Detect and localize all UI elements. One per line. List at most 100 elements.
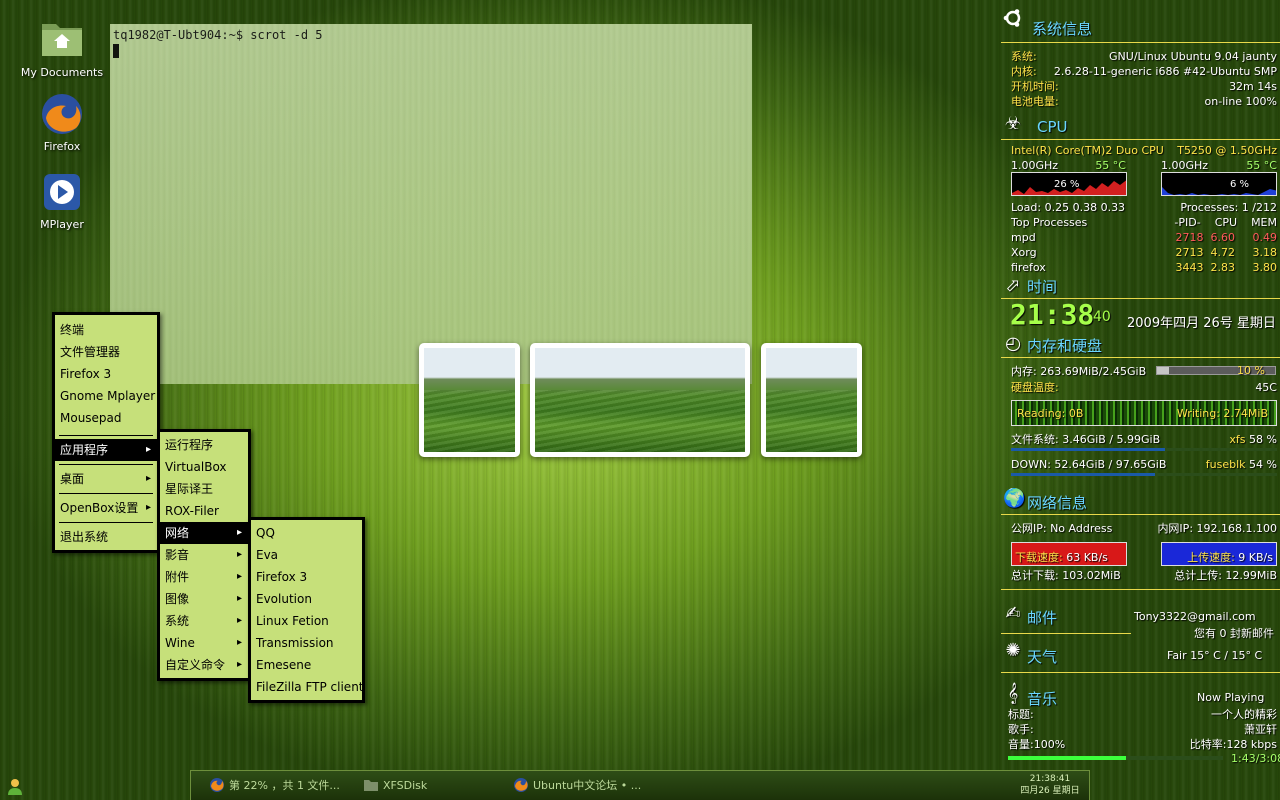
cpu-core1-graph: 26 % <box>1011 172 1127 196</box>
desktop-icon-my-documents[interactable]: My Documents <box>12 18 112 79</box>
weather-value: Fair 15° C / 15° C <box>1167 649 1263 662</box>
menu-item-desktop[interactable]: 桌面 <box>55 468 157 490</box>
desktop-icon-firefox[interactable]: Firefox <box>12 92 112 153</box>
menu-item-multimedia[interactable]: 影音 <box>160 544 248 566</box>
filesystem-root-bar <box>1011 448 1277 451</box>
network-submenu: QQ Eva Firefox 3 Evolution Linux Fetion … <box>248 517 365 703</box>
menu-item-virtualbox[interactable]: VirtualBox <box>160 456 248 478</box>
menu-item-run-program[interactable]: 运行程序 <box>160 434 248 456</box>
cpu-title: CPU <box>1037 118 1068 136</box>
ubuntu-logo-icon <box>1003 8 1023 28</box>
conky-panel: 系统信息 系统: GNU/Linux Ubuntu 9.04 jaunty 内核:… <box>1001 0 1280 770</box>
music-progress-bar[interactable] <box>1008 756 1223 760</box>
divider <box>1001 672 1280 673</box>
menu-item-system[interactable]: 系统 <box>160 610 248 632</box>
taskbar-clock[interactable]: 21:38:41 四月26 星期日 <box>1015 773 1085 797</box>
menu-item-filezilla[interactable]: FileZilla FTP client <box>251 676 364 698</box>
upload-graph: 上传速度: 9 KB/s <box>1161 542 1277 566</box>
menu-item-emesene[interactable]: Emesene <box>251 654 362 676</box>
network-totals: 总计下载: 103.02MiB 总计上传: 12.99MiB <box>1011 569 1277 582</box>
menu-item-terminal[interactable]: 终端 <box>55 319 157 341</box>
biohazard-icon: ☣ <box>1004 113 1022 134</box>
task-label: Ubuntu中文论坛 • ... <box>533 779 642 792</box>
memory-bar-fill <box>1157 367 1169 374</box>
task-label: XFSDisk <box>383 779 428 792</box>
menu-item-evolution[interactable]: Evolution <box>251 588 362 610</box>
time-seconds: 40 <box>1093 309 1111 325</box>
clock-date: 四月26 星期日 <box>1020 786 1080 796</box>
menu-item-firefox-3[interactable]: Firefox 3 <box>251 566 362 588</box>
cpu-core2-info: 1.00GHz 55 °C <box>1161 159 1277 172</box>
divider <box>1001 357 1280 358</box>
clock-time: 21:38:41 <box>1029 774 1071 784</box>
desktop-photo <box>761 343 862 457</box>
menu-item-wine[interactable]: Wine <box>160 632 248 654</box>
music-volume: 音量:100% 比特率:128 kbps <box>1008 738 1277 751</box>
task-download[interactable]: 第 22% ，共 1 文件... <box>209 777 354 795</box>
disk-writing: Writing: 2.74MiB <box>1176 407 1268 420</box>
desktop-icon-label: MPlayer <box>40 218 84 231</box>
menu-item-gnome-mplayer[interactable]: Gnome Mplayer <box>55 385 157 407</box>
top-process-row: Xorg 2713 4.72 3.18 <box>1011 246 1277 259</box>
sysinfo-battery: 电池电量: on-line 100% <box>1011 95 1277 108</box>
filesystem-root: 文件系统: 3.46GiB / 5.99GiB xfs 58 % <box>1011 433 1277 446</box>
task-label: 第 22% ，共 1 文件... <box>229 779 340 792</box>
desktop-icon-label: My Documents <box>20 66 104 79</box>
cpu-core2-graph: 6 % <box>1161 172 1277 196</box>
taskbar: 第 22% ，共 1 文件... XFSDisk Ubuntu中文论坛 • ..… <box>190 770 1090 800</box>
sysinfo-system: 系统: GNU/Linux Ubuntu 9.04 jaunty <box>1011 50 1277 63</box>
desktop-photo <box>530 343 750 457</box>
menu-item-network[interactable]: 网络 <box>160 522 248 544</box>
disk-temperature: 硬盘温度: 45C <box>1011 381 1277 394</box>
desktop-icon-mplayer[interactable]: MPlayer <box>12 170 112 231</box>
sun-icon: ✺ <box>1005 640 1021 661</box>
sysinfo-uptime: 开机时间: 32m 14s <box>1011 80 1277 93</box>
menu-item-file-manager[interactable]: 文件管理器 <box>55 341 157 363</box>
time-title: 时间 <box>1027 278 1058 296</box>
music-title: 音乐 <box>1027 690 1058 708</box>
terminal-window[interactable]: tq1982@T-Ubt904:~$ scrot -d 5 <box>110 24 752 384</box>
cpu-load: Load: 0.25 0.38 0.33 Processes: 1 /212 <box>1011 201 1277 214</box>
globe-icon: 🌍 <box>1003 488 1026 509</box>
menu-item-graphics[interactable]: 图像 <box>160 588 248 610</box>
firefox-icon <box>513 777 529 793</box>
download-graph: 下载速度: 63 KB/s <box>1011 542 1127 566</box>
user-icon[interactable] <box>6 778 24 796</box>
terminal-cursor <box>113 44 119 58</box>
cpu-core1-info: 1.00GHz 55 °C <box>1011 159 1126 172</box>
cpu-model: Intel(R) Core(TM)2 Duo CPU T5250 @ 1.50GH… <box>1011 144 1277 157</box>
menu-item-custom-commands[interactable]: 自定义命令 <box>160 654 248 676</box>
time-date: 2009年四月 26号 星期日 <box>1127 316 1276 331</box>
sysinfo-title: 系统信息 <box>1032 20 1093 38</box>
task-xfsdisk[interactable]: XFSDisk <box>363 777 483 795</box>
mail-title: 邮件 <box>1027 609 1058 627</box>
music-progress-text: 1:43/3:08 <box>1231 752 1280 765</box>
music-now-playing: Now Playing <box>1197 691 1265 704</box>
menu-item-accessories[interactable]: 附件 <box>160 566 248 588</box>
disk-io-graph: Reading: 0B Writing: 2.74MiB <box>1011 400 1277 426</box>
menu-item-logout[interactable]: 退出系统 <box>55 526 157 548</box>
firefox-icon <box>40 92 84 136</box>
menu-item-applications[interactable]: 应用程序 <box>55 439 157 461</box>
menu-item-stardict[interactable]: 星际译王 <box>160 478 248 500</box>
top-process-row: firefox 3443 2.83 3.80 <box>1011 261 1277 274</box>
memory-title: 内存和硬盘 <box>1027 337 1103 355</box>
top-processes-header: Top Processes -PID- CPU MEM <box>1011 216 1277 229</box>
memory-percent: 10 % <box>1237 364 1265 377</box>
menu-item-qq[interactable]: QQ <box>251 522 362 544</box>
cpu-core1-usage: 26 % <box>1054 179 1080 190</box>
task-ubuntu-forum[interactable]: Ubuntu中文论坛 • ... <box>513 777 673 795</box>
menu-item-openbox-settings[interactable]: OpenBox设置 <box>55 497 157 519</box>
divider <box>1001 514 1280 515</box>
top-process-row: mpd 2718 6.60 0.49 <box>1011 231 1277 244</box>
disk-icon: ◴ <box>1005 333 1021 354</box>
menu-item-transmission[interactable]: Transmission <box>251 632 362 654</box>
menu-item-firefox[interactable]: Firefox 3 <box>55 363 157 385</box>
cpu-core2-usage: 6 % <box>1230 179 1250 190</box>
mail-icon: ✍ <box>1005 603 1021 624</box>
menu-separator <box>59 522 153 523</box>
menu-item-linux-fetion[interactable]: Linux Fetion <box>251 610 362 632</box>
menu-item-eva[interactable]: Eva <box>251 544 362 566</box>
menu-item-mousepad[interactable]: Mousepad <box>55 407 157 429</box>
menu-item-rox-filer[interactable]: ROX-Filer <box>160 500 248 522</box>
